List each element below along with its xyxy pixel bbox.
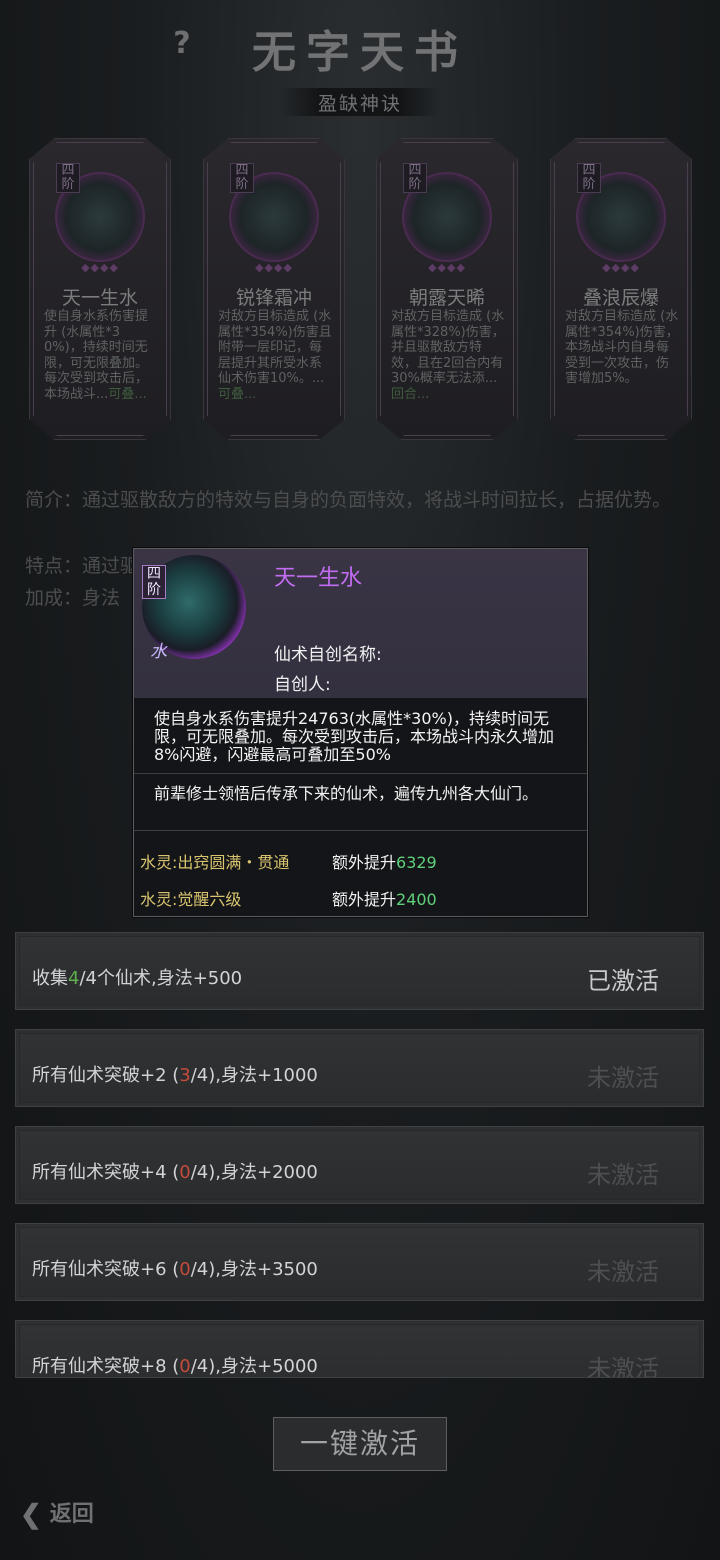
tier-badge: 四阶 [142, 565, 166, 599]
card-desc: 对敌方目标造成 (水属性*354%)伤害，本场战斗内自身每受到一次攻击，伤害增加… [565, 309, 679, 386]
activate-all-button[interactable]: 一键激活 [273, 1417, 447, 1471]
bonus-source: 水灵:出窍圆满・贯通 [140, 853, 290, 872]
star-rating: ◆◆◆◆ [255, 261, 293, 274]
divider [134, 773, 587, 774]
tier-badge: 四阶 [577, 163, 601, 193]
set-bonus-row[interactable]: 所有仙术突破+2 (3/4),身法+1000 未激活 [15, 1029, 704, 1107]
card-desc: 对敌方目标造成 (水属性*354%)伤害且附带一层印记，每层提升其所受水系仙术伤… [218, 309, 332, 402]
set-bonus-row[interactable]: 收集4/4个仙术,身法+500 已激活 [15, 932, 704, 1010]
back-button[interactable]: ❮ 返回 [20, 1496, 94, 1536]
star-rating: ◆◆◆◆ [81, 261, 119, 274]
bonus-value: 额外提升2400 [332, 890, 437, 909]
set-bonus-row[interactable]: 所有仙术突破+8 (0/4),身法+5000 未激活 [15, 1320, 704, 1378]
set-bonus-label: 所有仙术突破+2 (3/4),身法+1000 [32, 1065, 318, 1086]
card-name: 叠浪辰爆 [582, 287, 659, 309]
back-arrow-icon: ❮ [20, 1500, 42, 1530]
row-frame: 所有仙术突破+4 (0/4),身法+2000 未激活 [19, 1130, 700, 1200]
card-name: 朝露天晞 [408, 287, 485, 309]
popup-skill-name: 天一生水 [274, 566, 363, 591]
creator-label: 自创人: [274, 675, 331, 695]
skill-card-2[interactable]: 四阶 ◆◆◆◆ 锐锋霜冲 对敌方目标造成 (水属性*354%)伤害且附带一层印记… [203, 138, 345, 440]
popup-lore: 前辈修士领悟后传承下来的仙术，遍传九州各大仙门。 [154, 784, 539, 803]
popup-effect: 使自身水系伤害提升24763(水属性*30%)，持续时间无限，可无限叠加。每次受… [154, 709, 555, 764]
back-label: 返回 [49, 1501, 94, 1527]
skill-card-4[interactable]: 四阶 ◆◆◆◆ 叠浪辰爆 对敌方目标造成 (水属性*354%)伤害，本场战斗内自… [550, 138, 692, 440]
skill-card-3[interactable]: 四阶 ◆◆◆◆ 朝露天晞 对敌方目标造成 (水属性*328%)伤害，并且驱散敌方… [376, 138, 518, 440]
card-desc: 对敌方目标造成 (水属性*328%)伤害，并且驱散敌方特效，且在2回合内有30%… [391, 309, 505, 402]
tier-badge: 四阶 [403, 163, 427, 193]
card-desc: 使自身水系伤害提升 (水属性*30%)，持续时间无限，可无限叠加。每次受到攻击后… [44, 309, 149, 402]
page-title: 无字天书 [252, 27, 468, 78]
status-badge: 未激活 [587, 1258, 659, 1286]
status-badge: 已激活 [587, 967, 659, 995]
row-frame: 所有仙术突破+8 (0/4),身法+5000 未激活 [19, 1324, 700, 1378]
card-name: 天一生水 [61, 287, 138, 309]
element-glyph: 水 [150, 642, 167, 662]
row-frame: 收集4/4个仙术,身法+500 已激活 [19, 936, 700, 1006]
status-badge: 未激活 [587, 1064, 659, 1092]
status-badge: 未激活 [587, 1161, 659, 1189]
skill-detail-popup: 四阶 水 天一生水 仙术自创名称: 自创人: 使自身水系伤害提升24763(水属… [133, 548, 588, 917]
set-bonus-label: 所有仙术突破+8 (0/4),身法+5000 [32, 1356, 318, 1377]
set-bonus-label: 所有仙术突破+4 (0/4),身法+2000 [32, 1162, 318, 1183]
intro-text: 简介：通过驱散敌方的特效与自身的负面特效，将战斗时间拉长，占据优势。 [25, 489, 672, 511]
row-frame: 所有仙术突破+6 (0/4),身法+3500 未激活 [19, 1227, 700, 1297]
star-rating: ◆◆◆◆ [602, 261, 640, 274]
skill-card-1[interactable]: 四阶 ◆◆◆◆ 天一生水 使自身水系伤害提升 (水属性*30%)，持续时间无限，… [29, 138, 171, 440]
star-rating: ◆◆◆◆ [428, 261, 466, 274]
set-bonus-label: 收集4/4个仙术,身法+500 [32, 968, 243, 989]
status-badge: 未激活 [587, 1355, 659, 1378]
tier-badge: 四阶 [230, 163, 254, 193]
set-bonus-row[interactable]: 所有仙术突破+6 (0/4),身法+3500 未激活 [15, 1223, 704, 1301]
custom-name-label: 仙术自创名称: [274, 645, 382, 665]
bonus-value: 额外提升6329 [332, 853, 437, 872]
set-bonus-row[interactable]: 所有仙术突破+4 (0/4),身法+2000 未激活 [15, 1126, 704, 1204]
divider [134, 830, 587, 831]
page-subtitle: 盈缺神诀 [317, 93, 402, 115]
row-frame: 所有仙术突破+2 (3/4),身法+1000 未激活 [19, 1033, 700, 1103]
set-bonus-label: 所有仙术突破+6 (0/4),身法+3500 [32, 1259, 318, 1280]
tier-badge: 四阶 [56, 163, 80, 193]
bonus-source: 水灵:觉醒六级 [140, 890, 242, 909]
card-name: 锐锋霜冲 [235, 287, 312, 309]
